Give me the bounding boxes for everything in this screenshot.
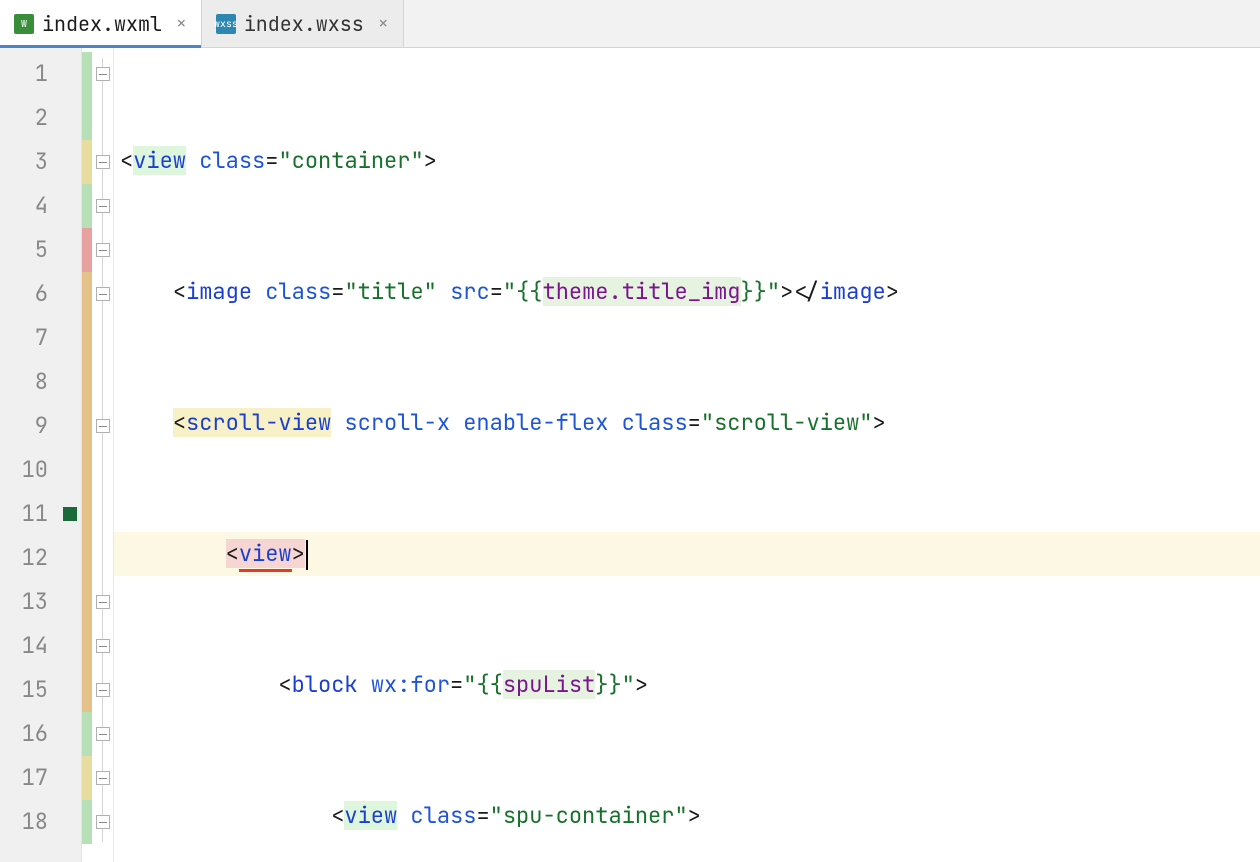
line-number: 15 — [0, 668, 58, 712]
fold-toggle-icon[interactable] — [96, 243, 110, 257]
line-number: 18 — [0, 800, 58, 844]
line-number: 6 — [0, 272, 58, 316]
fold-toggle-icon[interactable] — [96, 199, 110, 213]
fold-gutter — [92, 48, 114, 862]
line-number-gutter: 1 2 3 4 5 6 7 8 9 10 11 12 13 14 15 16 1… — [0, 48, 58, 862]
line-number: 3 — [0, 140, 58, 184]
fold-toggle-icon[interactable] — [96, 287, 110, 301]
fold-toggle-icon[interactable] — [96, 67, 110, 81]
fold-toggle-icon[interactable] — [96, 771, 110, 785]
code-line[interactable]: <image class="title" src="{{theme.title_… — [114, 270, 1260, 314]
line-number: 7 — [0, 316, 58, 360]
code-line[interactable]: <block wx:for="{{spuList}}"> — [114, 663, 1260, 707]
code-line[interactable]: <scroll-view scroll-x enable-flex class=… — [114, 401, 1260, 445]
line-number: 8 — [0, 360, 58, 404]
line-number: 12 — [0, 536, 58, 580]
fold-toggle-icon[interactable] — [96, 155, 110, 169]
fold-toggle-icon[interactable] — [96, 639, 110, 653]
code-line-current[interactable]: 💡 <view> — [114, 532, 1260, 576]
tab-label: index.wxss — [244, 11, 364, 37]
code-line[interactable]: <view class="container"> — [114, 139, 1260, 183]
text-cursor — [306, 540, 308, 570]
bookmark-icon[interactable] — [63, 507, 77, 521]
fold-toggle-icon[interactable] — [96, 815, 110, 829]
line-number: 13 — [0, 580, 58, 624]
fold-toggle-icon[interactable] — [96, 727, 110, 741]
line-number: 9 — [0, 404, 58, 448]
line-number: 5 — [0, 228, 58, 272]
close-icon[interactable]: × — [176, 12, 187, 35]
code-line[interactable]: <view class="spu-container"> — [114, 794, 1260, 838]
fold-toggle-icon[interactable] — [96, 419, 110, 433]
line-number: 16 — [0, 712, 58, 756]
vcs-change-gutter — [82, 48, 92, 862]
code-editor[interactable]: 1 2 3 4 5 6 7 8 9 10 11 12 13 14 15 16 1… — [0, 48, 1260, 862]
marker-gutter — [58, 48, 82, 862]
line-number: 2 — [0, 96, 58, 140]
line-number: 14 — [0, 624, 58, 668]
tab-index-wxss[interactable]: wxss index.wxss × — [202, 0, 404, 47]
line-number: 4 — [0, 184, 58, 228]
close-icon[interactable]: × — [378, 12, 389, 35]
fold-toggle-icon[interactable] — [96, 595, 110, 609]
tab-index-wxml[interactable]: W index.wxml × — [0, 0, 202, 47]
code-text-area[interactable]: <view class="container"> <image class="t… — [114, 48, 1260, 862]
line-number: 11 — [0, 492, 58, 536]
tab-label: index.wxml — [42, 11, 162, 37]
editor-tabs: W index.wxml × wxss index.wxss × — [0, 0, 1260, 48]
wxss-file-icon: wxss — [216, 14, 236, 34]
line-number: 1 — [0, 52, 58, 96]
line-number: 17 — [0, 756, 58, 800]
line-number: 10 — [0, 448, 58, 492]
fold-toggle-icon[interactable] — [96, 683, 110, 697]
wxml-file-icon: W — [14, 14, 34, 34]
